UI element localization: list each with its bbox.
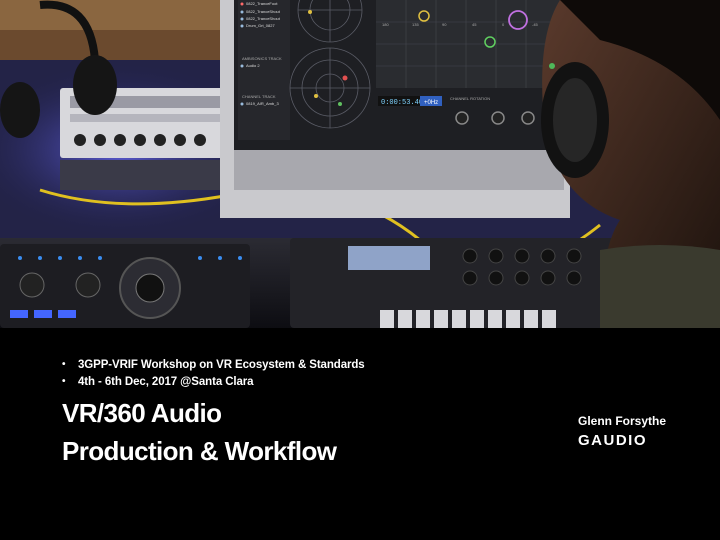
bullet-icon: •: [62, 376, 66, 387]
slide-title: VR/360 Audio Production & Workflow: [62, 394, 337, 470]
presenter-name: Glenn Forsythe: [578, 414, 667, 428]
bullet-workshop: • 3GPP-VRIF Workshop on VR Ecosystem & S…: [62, 357, 365, 374]
monitor-rate: +0Hz: [424, 100, 438, 106]
monitor-track-2: 0822_TranceShout: [246, 9, 281, 14]
monitor-track-1: 0822_TranceFoot: [246, 1, 278, 6]
bullet-icon: •: [62, 359, 66, 370]
bullet-date-text: 4th - 6th Dec, 2017 @Santa Clara: [78, 376, 254, 388]
bullet-workshop-text: 3GPP-VRIF Workshop on VR Ecosystem & Sta…: [78, 359, 365, 371]
monitor-channel-track: 0819_AIR_Amb_3: [246, 101, 279, 106]
monitor-track-4: Drum_Grt_0827: [246, 23, 275, 28]
monitor-ambisonics-track: Audio 2: [246, 63, 260, 68]
monitor-rotation-label: CHANNEL ROTATION: [450, 96, 490, 101]
monitor-track-3: 0822_TranceShout: [246, 16, 281, 21]
grid-tick-1: 180: [382, 22, 389, 27]
monitor-timecode: 0:00:53.40: [381, 99, 423, 107]
slide-title-line1: VR/360 Audio: [62, 398, 222, 428]
monitor-channel-label: CHANNEL TRACK: [242, 94, 276, 99]
grid-tick-4: 45: [472, 22, 477, 27]
studio-photo: 0822_TranceFoot 0822_TranceShout 0822_Tr…: [0, 0, 720, 328]
event-bullet-list: • 3GPP-VRIF Workshop on VR Ecosystem & S…: [62, 357, 365, 391]
grid-tick-6: -45: [532, 22, 539, 27]
grid-tick-2: 135: [412, 22, 419, 27]
gaudio-logo: GAUDIO: [578, 432, 647, 449]
slide-title-line2: Production & Workflow: [62, 436, 337, 466]
monitor-ambisonics-label: AMBISONICS TRACK: [242, 56, 282, 61]
grid-tick-3: 90: [442, 22, 447, 27]
bullet-date: • 4th - 6th Dec, 2017 @Santa Clara: [62, 374, 365, 391]
